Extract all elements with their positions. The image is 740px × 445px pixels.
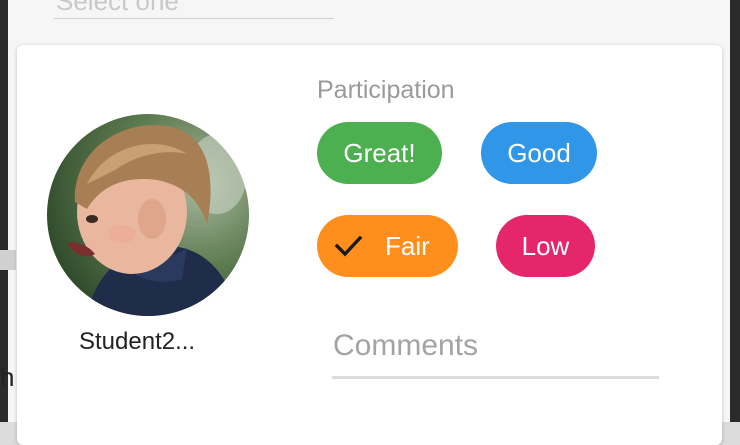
participation-chip-fair[interactable]: Fair: [317, 215, 458, 277]
background-text-fragment: h: [0, 362, 15, 392]
checkmark-icon: [333, 231, 363, 261]
chip-label: Great!: [343, 137, 416, 168]
background-select-underline: [54, 18, 334, 19]
background-panel-edge: [0, 250, 16, 270]
background-select-field[interactable]: Select one: [56, 0, 179, 17]
comments-input[interactable]: Comments: [333, 329, 478, 363]
window-left-edge: [0, 0, 8, 422]
student-participation-card: Student2... Participation Great! Good Fa…: [17, 45, 722, 445]
participation-chip-low[interactable]: Low: [496, 215, 595, 277]
student-avatar: [47, 114, 249, 316]
window-right-edge: [730, 0, 740, 422]
participation-chip-great[interactable]: Great!: [317, 122, 442, 184]
student-name: Student2...: [79, 328, 196, 355]
participation-chip-good[interactable]: Good: [481, 122, 597, 184]
participation-label: Participation: [317, 76, 455, 104]
chip-label: Fair: [385, 230, 430, 261]
student-photo: [47, 114, 249, 316]
comments-underline: [332, 376, 659, 379]
chip-label: Good: [507, 137, 571, 168]
chip-label: Low: [521, 230, 570, 261]
